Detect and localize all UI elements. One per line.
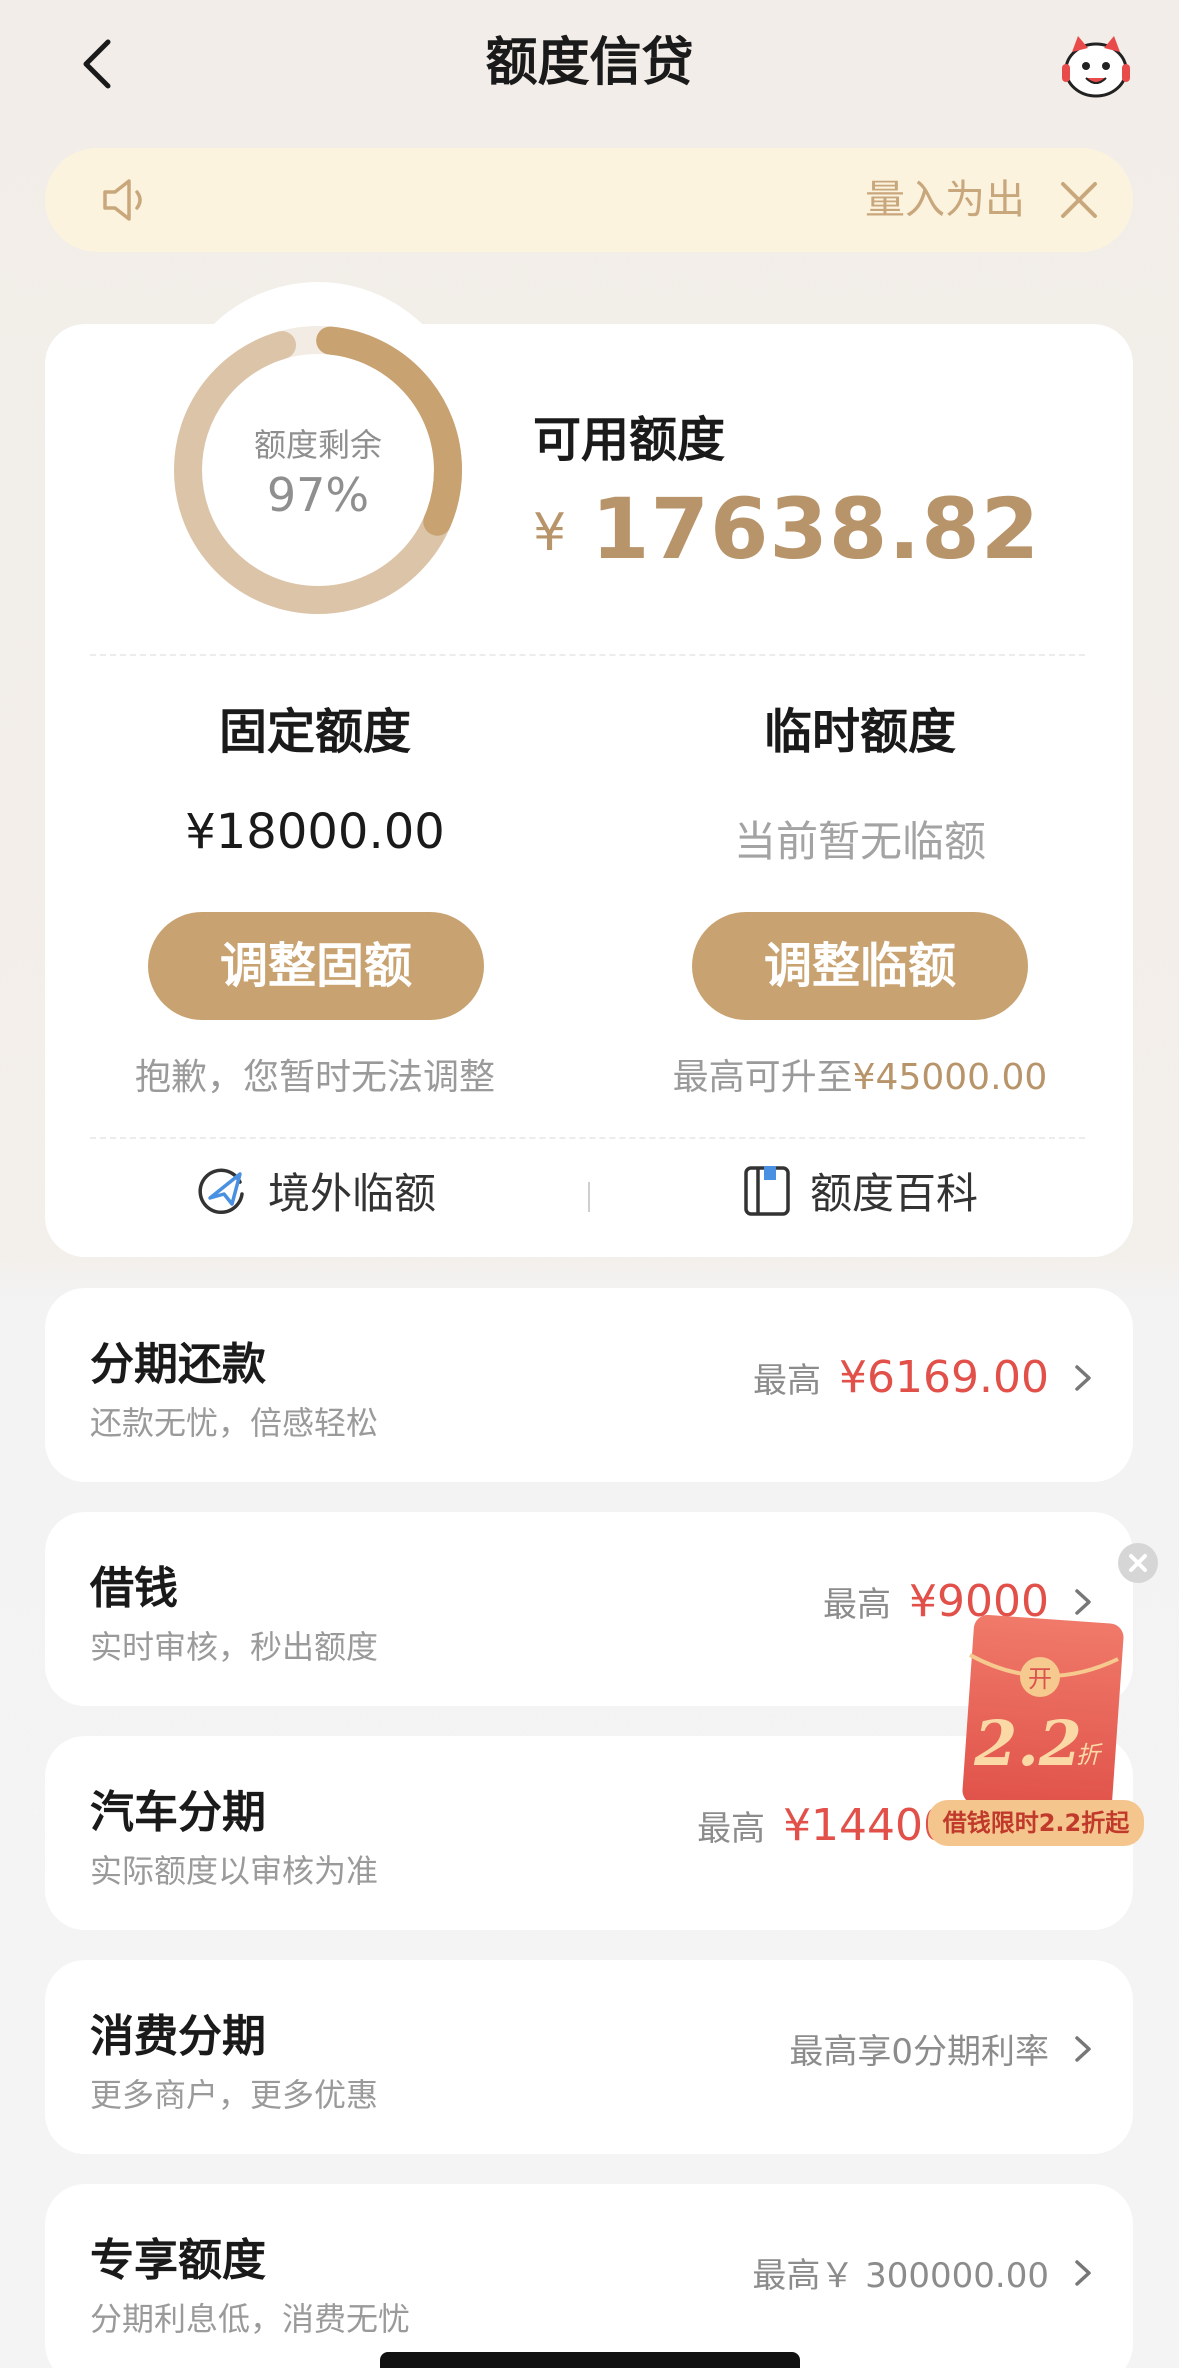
ring-percent: 97% [266,468,370,522]
promo-discount-unit: 折 [1076,1741,1103,1769]
chevron-right-icon [1075,1588,1091,1615]
wiki-link-label: 额度百科 [810,1169,979,1218]
fixed-credit-note: 抱歉，您暂时无法调整 [134,1057,495,1098]
list-item-prefix: 最高 [697,1809,766,1849]
list-item-right-text: 最高￥ 300000.00 [752,2256,1049,2296]
notice-text: 量入为出 [865,177,1025,223]
temp-note-prefix: 最高可升至 [672,1057,853,1098]
available-credit-amount: ¥17638.82 [533,480,1040,578]
temp-credit-value: 当前暂无临额 [733,817,986,866]
promo-red-envelope[interactable]: 开 2.2 折 [928,1614,1144,1814]
overseas-temp-credit-link[interactable]: 境外临额 [196,1160,436,1221]
close-icon [1129,1554,1147,1572]
list-item-prefix: 最高 [753,1361,822,1401]
promo-discount: 2.2 [973,1707,1082,1780]
list-item-subtitle: 实时审核，秒出额度 [90,1628,379,1666]
list-item-title: 借钱 [90,1563,178,1614]
available-credit-label: 可用额度 [533,412,726,468]
list-item-title: 专享额度 [90,2235,266,2286]
close-notice-icon[interactable] [1057,178,1101,222]
temp-note-amount: ¥45000.00 [852,1057,1048,1098]
chevron-right-icon [1075,2259,1091,2286]
list-item-subtitle: 实际额度以审核为准 [90,1852,379,1890]
ring-label: 额度剩余 [253,426,382,464]
list-item-title: 汽车分期 [90,1787,266,1838]
list-item-consumer-installment[interactable]: 消费分期 更多商户，更多优惠 最高享0分期利率 [45,1960,1133,2154]
promo-open-char: 开 [1028,1665,1052,1693]
book-icon [744,1165,790,1216]
list-item-exclusive-credit[interactable]: 专享额度 分期利息低，消费无忧 最高￥ 300000.00 [45,2184,1133,2368]
list-item-title: 分期还款 [90,1339,266,1390]
home-indicator[interactable] [380,2352,800,2368]
currency-symbol: ¥ [533,503,568,563]
adjust-fixed-button[interactable]: 调整固额 [148,912,484,1020]
list-item-subtitle: 分期利息低，消费无忧 [90,2300,411,2338]
available-amount-value: 17638.82 [591,480,1041,578]
mascot-service-icon[interactable] [1058,30,1134,100]
list-item-title: 消费分期 [90,2011,266,2062]
credit-wiki-link[interactable]: 额度百科 [742,1160,978,1221]
list-item-installment-repay[interactable]: 分期还款 还款无忧，倍感轻松 最高 ¥6169.00 [45,1288,1133,1482]
temp-credit-note: 最高可升至¥45000.00 [590,1048,1130,1100]
list-item-amount: ¥6169.00 [839,1352,1049,1403]
page-title: 额度信贷 [485,33,694,93]
links-separator [588,1182,590,1212]
divider [90,654,1085,656]
red-envelope-icon: 开 2.2 折 [962,1614,1124,1814]
overseas-link-label: 境外临额 [268,1169,437,1218]
promo-tag[interactable]: 借钱限时2.2折起 [928,1800,1144,1846]
promo-close-button[interactable] [1118,1543,1158,1583]
divider [90,1137,1085,1139]
list-item-subtitle: 还款无忧，倍感轻松 [90,1404,379,1442]
adjust-temp-button[interactable]: 调整临额 [692,912,1028,1020]
chevron-right-icon [1075,1364,1091,1391]
speaker-icon [103,179,142,221]
temp-credit-title: 临时额度 [763,704,956,760]
list-item-prefix: 最高 [823,1585,892,1625]
chevron-right-icon [1075,2035,1091,2062]
list-item-subtitle: 更多商户，更多优惠 [90,2076,379,2114]
notice-bar: 量入为出 [45,148,1133,252]
list-item-right-text: 最高享0分期利率 [789,2032,1049,2072]
overseas-plane-icon [198,1168,244,1214]
fixed-credit-title: 固定额度 [218,704,411,760]
fixed-credit-value: ¥18000.00 [185,804,445,860]
